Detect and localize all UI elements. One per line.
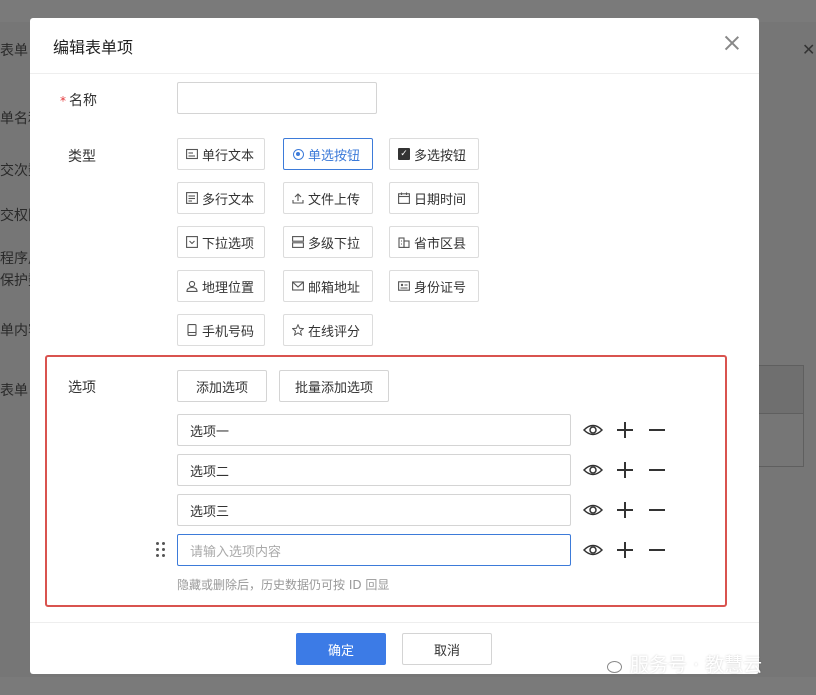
type-label-text: 在线评分 [308, 324, 361, 340]
radio-icon [292, 148, 304, 160]
type-region[interactable]: 省市区县 [389, 226, 479, 258]
batch-add-options-button[interactable]: 批量添加选项 [279, 370, 389, 402]
drag-handle-icon[interactable] [156, 542, 166, 558]
calendar-icon [398, 192, 410, 204]
name-label: * 名称 [60, 90, 97, 110]
dialog-header: 编辑表单项 [30, 18, 759, 74]
add-option-icon[interactable] [614, 459, 636, 481]
option-input[interactable]: 选项三 [177, 494, 571, 526]
type-single-line-text[interactable]: 单行文本 [177, 138, 265, 170]
mail-icon [292, 280, 304, 292]
type-label-text: 下拉选项 [202, 236, 255, 252]
type-label-text: 身份证号 [414, 280, 467, 296]
name-input[interactable] [177, 82, 377, 114]
options-label: 选项 [68, 380, 96, 396]
watermark-text: 服务号 · 教慧云 [630, 654, 763, 676]
background-label: 表单 [0, 43, 28, 59]
remove-option-icon[interactable] [646, 419, 668, 441]
type-checkbox[interactable]: ✓ 多选按钮 [389, 138, 479, 170]
close-icon[interactable] [723, 34, 741, 52]
multi-level-dropdown-icon [292, 236, 304, 248]
type-label-text: 多级下拉 [308, 236, 361, 252]
type-radio[interactable]: 单选按钮 [283, 138, 373, 170]
new-option-input[interactable]: 请输入选项内容 [177, 534, 571, 566]
add-option-icon[interactable] [614, 419, 636, 441]
wechat-icon [596, 653, 624, 675]
background-label: 表单 [0, 383, 28, 399]
type-label: 类型 [68, 149, 96, 165]
remove-option-icon[interactable] [646, 459, 668, 481]
type-label-text: 多选按钮 [414, 148, 467, 164]
type-label-text: 单行文本 [202, 148, 255, 164]
type-label-text: 地理位置 [202, 280, 255, 296]
single-line-text-icon [186, 148, 198, 160]
type-label-text: 手机号码 [202, 324, 255, 340]
eye-icon[interactable] [582, 459, 604, 481]
option-input[interactable]: 选项二 [177, 454, 571, 486]
required-mark: * [60, 94, 66, 108]
type-location[interactable]: 地理位置 [177, 270, 265, 302]
watermark: 服务号 · 教慧云 [596, 650, 762, 677]
type-label-text: 日期时间 [414, 192, 467, 208]
add-option-button[interactable]: 添加选项 [177, 370, 267, 402]
options-hint: 隐藏或删除后，历史数据仍可按 ID 回显 [177, 578, 390, 592]
add-option-icon[interactable] [614, 499, 636, 521]
type-phone[interactable]: 手机号码 [177, 314, 265, 346]
eye-icon[interactable] [582, 419, 604, 441]
type-id-card[interactable]: 身份证号 [389, 270, 479, 302]
confirm-button[interactable]: 确定 [296, 633, 386, 665]
type-datetime[interactable]: 日期时间 [389, 182, 479, 214]
type-label-text: 多行文本 [202, 192, 255, 208]
dropdown-icon [186, 236, 198, 248]
type-dropdown[interactable]: 下拉选项 [177, 226, 265, 258]
phone-icon [186, 324, 198, 336]
building-icon [398, 236, 410, 248]
edit-form-item-dialog: 编辑表单项 *名称 类型 单行文本 单选按钮 ✓ 多选按钮 多行文本 文件上传 [30, 18, 759, 674]
star-icon [292, 324, 304, 336]
type-label-text: 省市区县 [414, 236, 467, 252]
type-multi-line-text[interactable]: 多行文本 [177, 182, 265, 214]
cancel-button[interactable]: 取消 [402, 633, 492, 665]
type-rating[interactable]: 在线评分 [283, 314, 373, 346]
type-email[interactable]: 邮箱地址 [283, 270, 373, 302]
type-multi-level-dropdown[interactable]: 多级下拉 [283, 226, 373, 258]
add-option-icon[interactable] [614, 539, 636, 561]
option-input[interactable]: 选项一 [177, 414, 571, 446]
location-icon [186, 280, 198, 292]
name-label-text: 名称 [69, 93, 97, 109]
id-card-icon [398, 280, 410, 292]
background-close-icon: ✕ [802, 40, 816, 59]
remove-option-icon[interactable] [646, 539, 668, 561]
dialog-title: 编辑表单项 [53, 38, 134, 57]
eye-icon[interactable] [582, 499, 604, 521]
type-label-text: 单选按钮 [308, 148, 361, 164]
type-upload[interactable]: 文件上传 [283, 182, 373, 214]
type-label-text: 邮箱地址 [308, 280, 361, 296]
multi-line-text-icon [186, 192, 198, 204]
remove-option-icon[interactable] [646, 499, 668, 521]
checkbox-icon: ✓ [398, 148, 410, 160]
eye-icon[interactable] [582, 539, 604, 561]
type-label-text: 文件上传 [308, 192, 361, 208]
upload-icon [292, 192, 304, 204]
